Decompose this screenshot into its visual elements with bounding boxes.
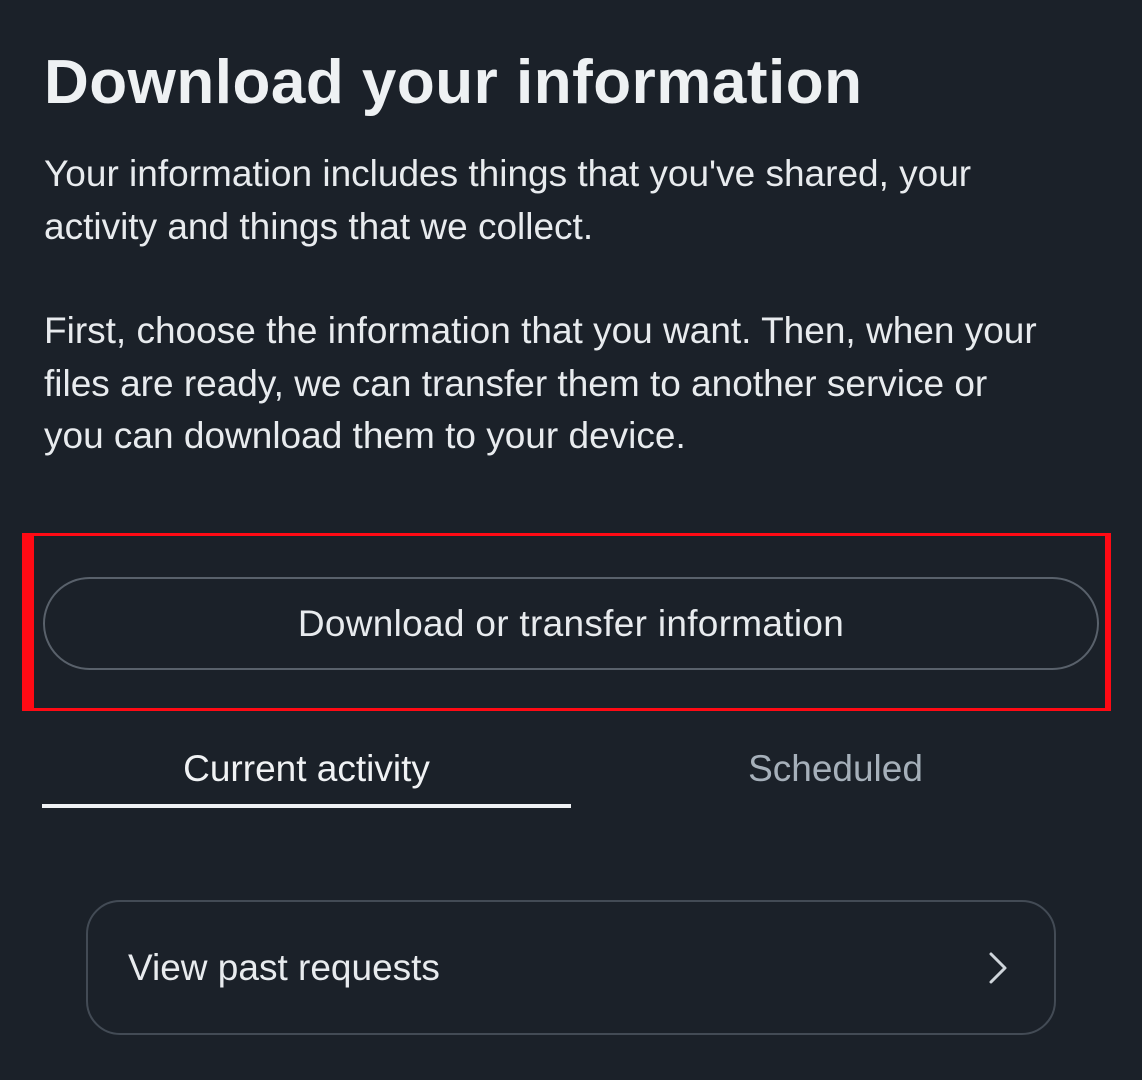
tab-scheduled[interactable]: Scheduled [571,730,1100,808]
description-paragraph: Your information includes things that yo… [44,153,972,247]
chevron-right-icon [986,950,1010,986]
page-title: Download your information [44,48,863,117]
tab-current-activity[interactable]: Current activity [42,730,571,808]
download-or-transfer-button[interactable]: Download or transfer information [43,577,1099,670]
selected-tab-indicator [42,804,571,808]
view-past-requests-label: View past requests [128,946,440,988]
download-or-transfer-button-label: Download or transfer information [297,602,845,644]
view-past-requests-item[interactable]: View past requests [86,900,1056,1035]
description-paragraph: First, choose the information that you w… [44,310,1037,456]
download-info-page: Download your information Your informati… [0,0,1142,1080]
tab-label: Current activity [183,748,430,789]
tab-label: Scheduled [748,748,923,789]
